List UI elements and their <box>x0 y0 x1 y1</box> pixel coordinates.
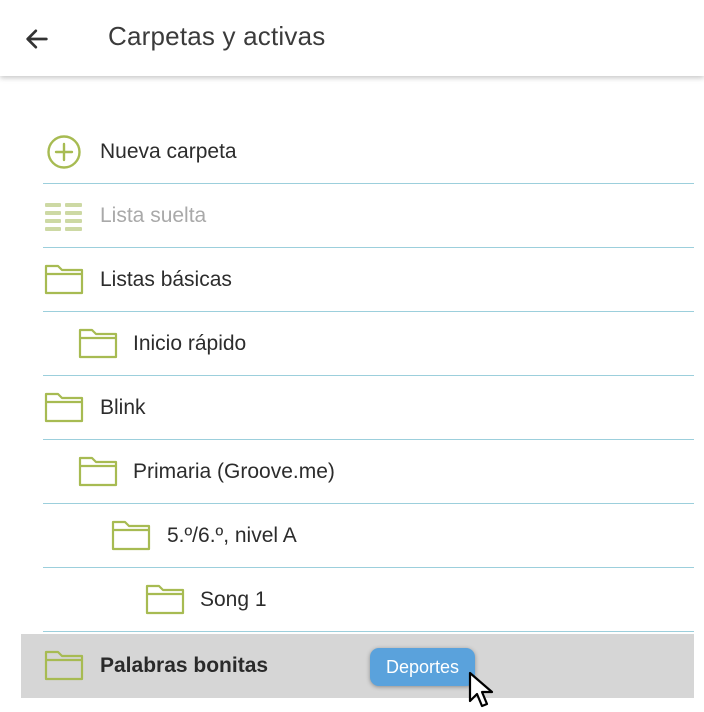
folder-item-selected[interactable]: Palabras bonitas <box>0 634 704 698</box>
arrow-left-icon <box>26 29 48 49</box>
folder-item[interactable]: Listas básicas <box>0 248 704 312</box>
add-circle-icon <box>44 135 84 169</box>
drag-chip[interactable]: Deportes <box>370 648 476 686</box>
loose-list-item[interactable]: Lista suelta <box>0 184 704 248</box>
folder-item[interactable]: Blink <box>0 376 704 440</box>
list-item-label: Primaria (Groove.me) <box>133 460 335 483</box>
list-icon <box>44 199 84 233</box>
list-item-label: Listas básicas <box>100 268 232 291</box>
list-item-label: 5.º/6.º, nivel A <box>167 524 297 547</box>
page-title: Carpetas y activas <box>108 21 326 51</box>
folder-icon <box>44 649 84 683</box>
mouse-pointer-icon <box>468 671 494 708</box>
list-item-label: Lista suelta <box>100 204 207 227</box>
folder-icon <box>78 455 118 489</box>
folder-item[interactable]: 5.º/6.º, nivel A <box>0 504 704 568</box>
app-header: Carpetas y activas <box>0 0 704 76</box>
list-item-label: Blink <box>100 396 146 419</box>
list-item-label: Song 1 <box>200 588 267 611</box>
list-item-label: Nueva carpeta <box>100 140 237 163</box>
folder-icon <box>78 327 118 361</box>
list-item-label: Palabras bonitas <box>100 654 269 677</box>
folder-item[interactable]: Song 1 <box>0 568 704 632</box>
new-folder-item[interactable]: Nueva carpeta <box>0 120 704 184</box>
folder-item[interactable]: Primaria (Groove.me) <box>0 440 704 504</box>
folder-icon <box>44 391 84 425</box>
list-item-label: Inicio rápido <box>133 332 247 355</box>
folder-icon <box>44 263 84 297</box>
folder-icon <box>145 583 185 617</box>
folder-icon <box>111 519 151 553</box>
divider <box>43 631 694 632</box>
folder-item[interactable]: Inicio rápido <box>0 312 704 376</box>
back-button[interactable] <box>20 22 54 56</box>
